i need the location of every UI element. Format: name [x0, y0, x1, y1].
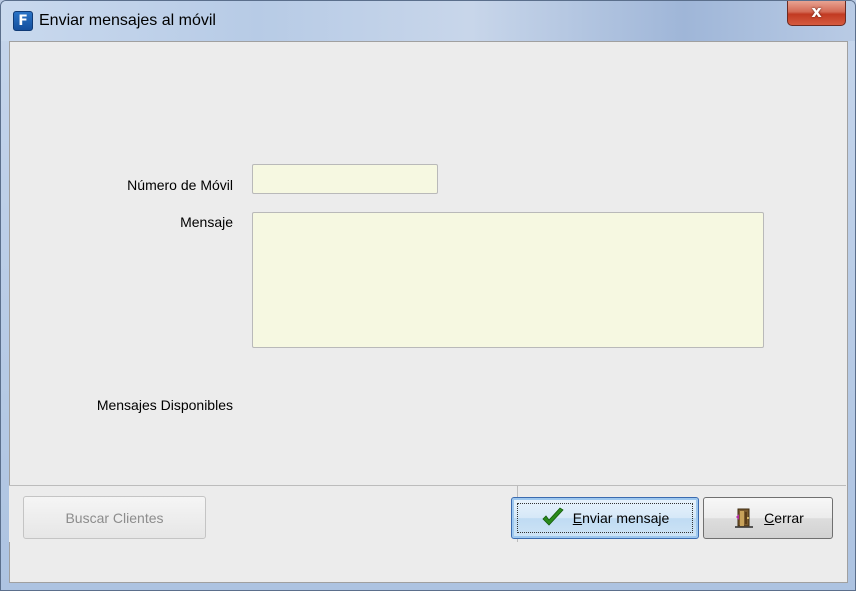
window-title: Enviar mensajes al móvil: [39, 12, 216, 29]
message-label: Mensaje: [180, 214, 233, 230]
window-close-button[interactable]: x: [787, 1, 846, 26]
phone-number-input[interactable]: [252, 164, 438, 194]
checkmark-icon: [541, 506, 565, 530]
send-sms-window: F Enviar mensajes al móvil x Número de M…: [0, 0, 856, 591]
send-message-label: Enviar mensaje: [572, 510, 670, 526]
search-clients-label: Buscar Clientes: [65, 509, 164, 526]
phone-number-label: Número de Móvil: [127, 177, 233, 193]
close-label: Cerrar: [764, 510, 804, 526]
available-messages-label: Mensajes Disponibles: [96, 397, 233, 413]
door-exit-icon: [732, 506, 756, 530]
message-textarea[interactable]: [252, 212, 764, 348]
close-icon: x: [811, 2, 822, 21]
close-button[interactable]: Cerrar: [703, 497, 833, 539]
search-clients-button[interactable]: Buscar Clientes: [23, 496, 206, 539]
title-bar[interactable]: F Enviar mensajes al móvil x: [1, 1, 855, 41]
app-icon: F: [13, 11, 33, 31]
send-message-button[interactable]: Enviar mensaje: [511, 497, 699, 539]
